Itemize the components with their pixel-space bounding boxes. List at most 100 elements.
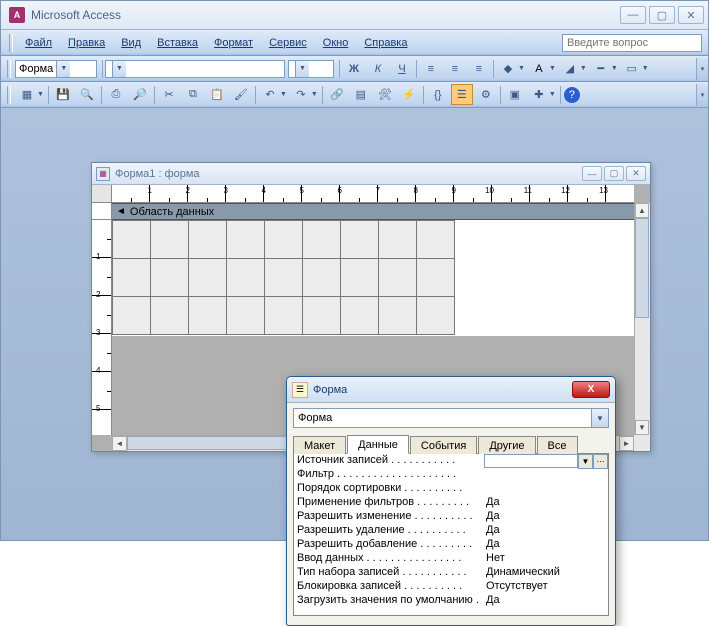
form-close-button[interactable]: ✕ [626,166,646,181]
search-button[interactable]: 🔍 [76,84,98,105]
save-button[interactable]: 💾 [52,84,74,105]
form-titlebar[interactable]: ▦ Форма1 : форма — ▢ ✕ [92,163,650,185]
bold-button[interactable]: Ж [343,58,365,79]
scroll-right-button[interactable]: ► [619,436,634,451]
menu-help[interactable]: Справка [356,34,415,52]
vertical-scrollbar[interactable]: ▲ ▼ [634,203,650,435]
toolbar-overflow[interactable]: ▾ [696,58,708,80]
prop-row[interactable]: Загрузить значения по умолчанию .Да [294,594,608,608]
properties-grid: Источник записей . . . . . . . . . . . ▼… [293,454,609,616]
prop-row[interactable]: Тип набора записей . . . . . . . . . . .… [294,566,608,580]
scroll-down-button[interactable]: ▼ [635,420,649,435]
build-button[interactable]: ⚙ [475,84,497,105]
prop-value[interactable]: Да [484,524,608,537]
tab-events[interactable]: События [410,436,477,454]
prop-value-input[interactable] [484,454,578,468]
field-list-button[interactable]: ▤ [350,84,372,105]
code-button[interactable]: {} [427,84,449,105]
prop-row[interactable]: Блокировка записей . . . . . . . . . .От… [294,580,608,594]
detail-section-header[interactable]: ◄ Область данных [112,203,634,220]
undo-button[interactable]: ↶ [259,84,281,105]
menu-insert[interactable]: Вставка [149,34,206,52]
prop-row[interactable]: Применение фильтров . . . . . . . . .Да [294,496,608,510]
fill-color-button[interactable]: ◆ [497,58,519,79]
prop-value[interactable] [484,468,608,481]
toolbar-overflow-2[interactable]: ▾ [696,84,708,106]
line-color-button[interactable]: ◢ [559,58,581,79]
align-left-button[interactable]: ≡ [420,58,442,79]
prop-row[interactable]: Фильтр . . . . . . . . . . . . . . . . .… [294,468,608,482]
print-preview-button[interactable]: 🔎 [129,84,151,105]
scroll-left-button[interactable]: ◄ [112,436,127,451]
builder-button[interactable]: ⋯ [593,454,608,469]
tab-other[interactable]: Другие [478,436,535,454]
menu-tools[interactable]: Сервис [261,34,315,52]
help-button[interactable]: ? [564,87,580,103]
tab-data[interactable]: Данные [347,435,409,454]
prop-value[interactable]: Да [484,496,608,509]
prop-row[interactable]: Источник записей . . . . . . . . . . . ▼… [294,454,608,468]
font-size-combo[interactable]: ▼ [288,60,334,78]
special-effect-button[interactable]: ▭ [621,58,643,79]
prop-value[interactable]: Отсутствует [484,580,608,593]
maximize-button[interactable]: ▢ [649,6,675,24]
menu-view[interactable]: Вид [113,34,149,52]
database-window-button[interactable]: ▣ [504,84,526,105]
autoformat-button[interactable]: ⚡ [398,84,420,105]
toolbox-button[interactable]: 🛠 [374,84,396,105]
form-minimize-button[interactable]: — [582,166,602,181]
detail-grid[interactable] [112,220,634,336]
italic-button[interactable]: К [367,58,389,79]
view-button[interactable]: ▦ [16,84,38,105]
minimize-button[interactable]: — [620,6,646,24]
line-width-button[interactable]: ━ [590,58,612,79]
prop-row[interactable]: Разрешить добавление . . . . . . . . .Да [294,538,608,552]
redo-button[interactable]: ↷ [290,84,312,105]
copy-button[interactable]: ⧉ [182,84,204,105]
prop-row[interactable]: Порядок сортировки . . . . . . . . . . [294,482,608,496]
scroll-thumb-v[interactable] [635,218,649,318]
font-combo[interactable]: ▼ [105,60,285,78]
dropdown-button[interactable]: ▼ [578,454,593,469]
paste-button[interactable]: 📋 [206,84,228,105]
prop-value[interactable]: Нет [484,552,608,565]
prop-label: Разрешить изменение . . . . . . . . . . [294,510,484,523]
prop-value[interactable]: Динамический [484,566,608,579]
properties-icon: ☰ [292,382,308,398]
properties-object-combo[interactable]: Форма ▼ [293,408,609,428]
menu-file[interactable]: Файл [17,34,60,52]
vertical-ruler[interactable]: 1 2 3 4 5 [92,203,112,435]
insert-hyperlink-button[interactable]: 🔗 [326,84,348,105]
tab-all[interactable]: Все [537,436,578,454]
menu-edit[interactable]: Правка [60,34,113,52]
cut-button[interactable]: ✂ [158,84,180,105]
tab-layout[interactable]: Макет [293,436,346,454]
properties-close-button[interactable]: X [572,381,610,398]
properties-titlebar[interactable]: ☰ Форма X [287,377,615,403]
menu-format[interactable]: Формат [206,34,261,52]
prop-row[interactable]: Ввод данных . . . . . . . . . . . . . . … [294,552,608,566]
align-right-button[interactable]: ≡ [468,58,490,79]
format-painter-button[interactable]: 🖌 [230,84,252,105]
align-center-button[interactable]: ≡ [444,58,466,79]
help-search-input[interactable] [562,34,702,52]
new-object-button[interactable]: ✚ [528,84,550,105]
horizontal-ruler[interactable]: 1 2 3 4 5 6 7 8 9 10 11 12 13 [112,185,634,203]
underline-button[interactable]: Ч [391,58,413,79]
properties-button[interactable]: ☰ [451,84,473,105]
prop-label: Разрешить добавление . . . . . . . . . [294,538,484,551]
menu-window[interactable]: Окно [315,34,357,52]
close-button[interactable]: ✕ [678,6,704,24]
prop-row[interactable]: Разрешить изменение . . . . . . . . . .Д… [294,510,608,524]
form-maximize-button[interactable]: ▢ [604,166,624,181]
ruler-corner[interactable] [92,185,112,203]
prop-value[interactable]: Да [484,510,608,523]
prop-value[interactable] [484,482,608,495]
prop-row[interactable]: Разрешить удаление . . . . . . . . . .Да [294,524,608,538]
prop-value[interactable]: Да [484,538,608,551]
print-button[interactable]: ⎙ [105,84,127,105]
prop-value[interactable]: Да [484,594,608,607]
object-combo[interactable]: Форма▼ [15,60,97,78]
font-color-button[interactable]: A [528,58,550,79]
scroll-up-button[interactable]: ▲ [635,203,649,218]
